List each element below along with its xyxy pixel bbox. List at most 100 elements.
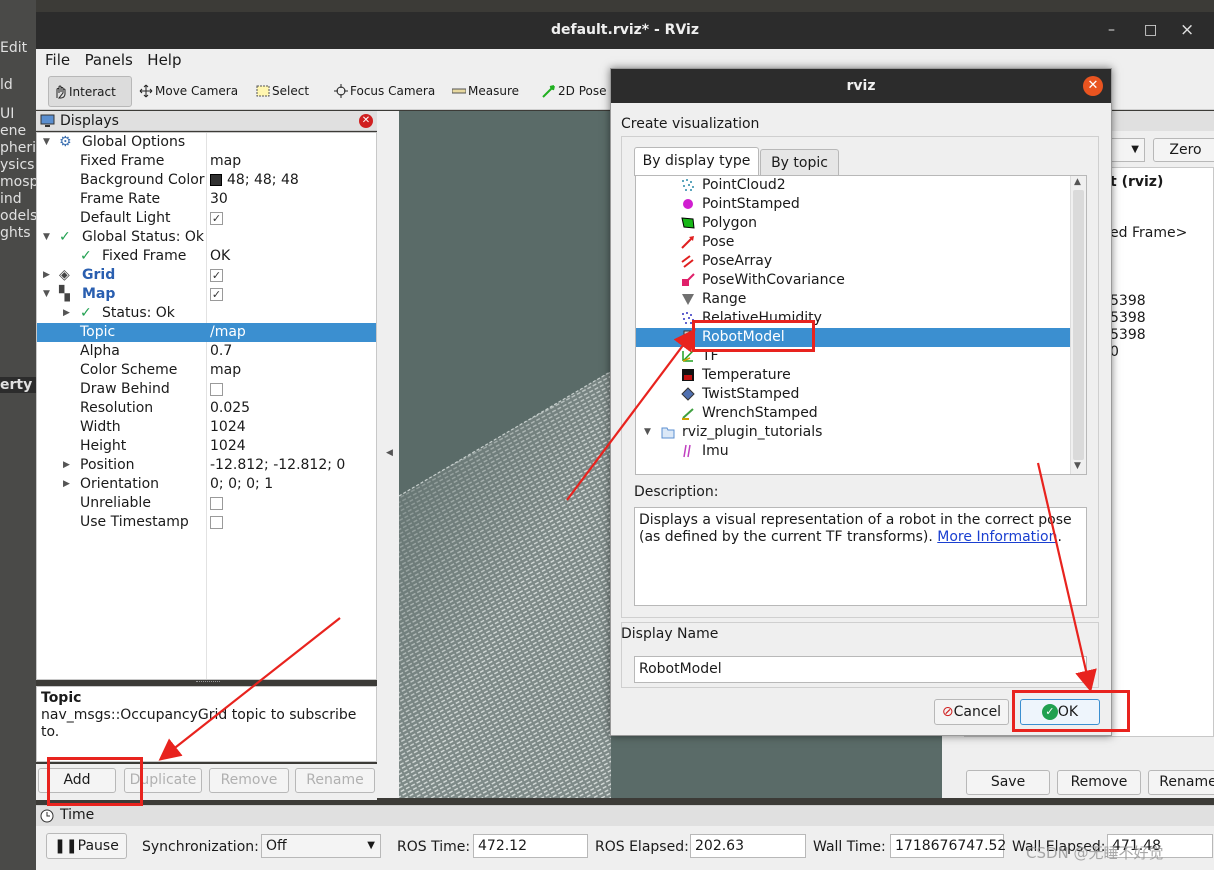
tree-row[interactable]: Resolution 0.025 <box>37 399 376 418</box>
minimize-icon[interactable]: – <box>1108 12 1115 49</box>
move-camera-tool-button[interactable]: Move Camera <box>135 76 238 107</box>
property-value[interactable]: map <box>210 152 241 171</box>
rename-view-button[interactable]: Rename <box>1148 770 1214 795</box>
dialog-close-icon[interactable]: ✕ <box>1083 76 1103 96</box>
tab-by-display-type[interactable]: By display type <box>634 147 759 176</box>
pause-button[interactable]: ❚❚Pause <box>46 833 127 859</box>
panel-splitter[interactable]: ◀ <box>377 111 399 798</box>
property-value[interactable]: ✓ <box>210 209 223 228</box>
collapse-arrow-icon[interactable]: ◀ <box>386 448 393 458</box>
property-value[interactable]: /map <box>210 323 246 342</box>
splitter-handle[interactable] <box>196 681 220 684</box>
tree-row[interactable]: ▶ Orientation 0; 0; 0; 1 <box>37 475 376 494</box>
color-swatch[interactable] <box>210 174 222 186</box>
display-type-item[interactable]: WrenchStamped <box>636 404 1070 423</box>
remove-view-button[interactable]: Remove <box>1057 770 1141 795</box>
property-value[interactable] <box>210 494 223 513</box>
ros-elapsed-field[interactable]: 202.63 <box>690 834 806 858</box>
checkbox[interactable] <box>210 382 223 396</box>
close-panel-icon[interactable]: ✕ <box>359 114 373 128</box>
property-value[interactable]: ✓ <box>210 285 223 304</box>
save-view-button[interactable]: Save <box>966 770 1050 795</box>
more-information-link[interactable]: More Information <box>937 529 1057 545</box>
property-value[interactable]: 1024 <box>210 437 246 456</box>
measure-tool-button[interactable]: Measure <box>448 76 519 107</box>
display-type-item[interactable]: PoseArray <box>636 252 1070 271</box>
display-type-item[interactable]: Pose <box>636 233 1070 252</box>
checkbox[interactable]: ✓ <box>210 268 223 282</box>
tree-row[interactable]: Unreliable <box>37 494 376 513</box>
display-type-item[interactable]: Polygon <box>636 214 1070 233</box>
display-type-item[interactable]: PointCloud2 <box>636 176 1070 195</box>
tree-row[interactable]: Use Timestamp <box>37 513 376 532</box>
property-value[interactable]: ✓ <box>210 266 223 285</box>
display-type-item[interactable]: Temperature <box>636 366 1070 385</box>
property-value[interactable]: 1024 <box>210 418 246 437</box>
property-value[interactable]: 30 <box>210 190 228 209</box>
tree-row[interactable]: ▼ ▚ Map ✓ <box>37 285 376 304</box>
tree-row[interactable]: ✓ Fixed Frame OK <box>37 247 376 266</box>
expand-right-icon[interactable]: ▶ <box>63 304 70 323</box>
expand-right-icon[interactable]: ▶ <box>63 475 70 494</box>
property-value[interactable]: -12.812; -12.812; 0 <box>210 456 345 475</box>
list-scrollbar[interactable]: ▲ ▼ <box>1070 176 1086 474</box>
property-value[interactable]: 0; 0; 0; 1 <box>210 475 273 494</box>
property-value[interactable]: OK <box>210 247 230 266</box>
property-value[interactable]: 0.025 <box>210 399 250 418</box>
close-icon[interactable]: × <box>1180 12 1194 49</box>
expand-down-icon[interactable]: ▼ <box>43 228 50 247</box>
tree-row[interactable]: ▼ ⚙ Global Options <box>37 133 376 152</box>
display-name-input[interactable]: RobotModel <box>634 656 1087 683</box>
2d-pose-estimate-tool-button[interactable]: 2D Pose E <box>538 76 618 107</box>
maximize-icon[interactable]: □ <box>1144 12 1157 49</box>
tab-by-topic[interactable]: By topic <box>760 149 839 175</box>
expand-down-icon[interactable]: ▼ <box>43 133 50 152</box>
display-type-item[interactable]: Imu <box>636 442 1070 461</box>
checkbox[interactable] <box>210 515 223 529</box>
tree-row[interactable]: ▶ ✓ Status: Ok <box>37 304 376 323</box>
tree-row[interactable]: Frame Rate 30 <box>37 190 376 209</box>
expand-down-icon[interactable]: ▼ <box>644 423 651 442</box>
tree-row[interactable]: Draw Behind <box>37 380 376 399</box>
interact-tool-button[interactable]: Interact <box>48 76 132 107</box>
ros-time-field[interactable]: 472.12 <box>473 834 588 858</box>
tree-row[interactable]: Topic/map <box>37 323 376 342</box>
scroll-down-icon[interactable]: ▼ <box>1074 461 1081 471</box>
tree-row[interactable]: Fixed Frame map <box>37 152 376 171</box>
property-value[interactable]: 48; 48; 48 <box>210 171 299 190</box>
zero-button[interactable]: Zero <box>1153 138 1214 162</box>
view-type-dropdown[interactable]: ▼ <box>1110 138 1145 162</box>
display-type-item[interactable]: PointStamped <box>636 195 1070 214</box>
select-tool-button[interactable]: Select <box>252 76 309 107</box>
expand-right-icon[interactable]: ▶ <box>63 456 70 475</box>
property-value[interactable]: map <box>210 361 241 380</box>
menu-panels[interactable]: Panels <box>80 49 138 69</box>
scrollbar-thumb[interactable] <box>1073 190 1084 460</box>
focus-camera-tool-button[interactable]: Focus Camera <box>330 76 435 107</box>
property-value[interactable] <box>210 513 223 532</box>
wall-time-field[interactable]: 1718676747.52 <box>890 834 1006 858</box>
displays-tree[interactable]: ▼ ⚙ Global Options Fixed Frame map Background… <box>36 132 377 680</box>
tree-row[interactable]: Background Color 48; 48; 48 <box>37 171 376 190</box>
display-type-item[interactable]: TwistStamped <box>636 385 1070 404</box>
tree-row[interactable]: ▼ ✓ Global Status: Ok <box>37 228 376 247</box>
menu-help[interactable]: Help <box>142 49 186 69</box>
tree-row[interactable]: ▶ Position -12.812; -12.812; 0 <box>37 456 376 475</box>
menu-file[interactable]: File <box>40 49 75 69</box>
checkbox[interactable]: ✓ <box>210 211 223 225</box>
property-value[interactable] <box>210 380 223 399</box>
expand-down-icon[interactable]: ▼ <box>43 285 50 304</box>
tree-row[interactable]: Color Scheme map <box>37 361 376 380</box>
display-type-item[interactable]: ▼ rviz_plugin_tutorials <box>636 423 1070 442</box>
cancel-button[interactable]: ⊘Cancel <box>934 699 1009 725</box>
display-type-item[interactable]: PoseWithCovariance <box>636 271 1070 290</box>
sync-dropdown[interactable]: Off ▼ <box>261 834 381 858</box>
scroll-up-icon[interactable]: ▲ <box>1074 177 1081 187</box>
tree-row[interactable]: Alpha 0.7 <box>37 342 376 361</box>
remove-button[interactable]: Remove <box>209 768 289 793</box>
checkbox[interactable] <box>210 496 223 510</box>
rename-button[interactable]: Rename <box>295 768 375 793</box>
tree-row[interactable]: Width 1024 <box>37 418 376 437</box>
checkbox[interactable]: ✓ <box>210 287 223 301</box>
property-value[interactable]: 0.7 <box>210 342 232 361</box>
